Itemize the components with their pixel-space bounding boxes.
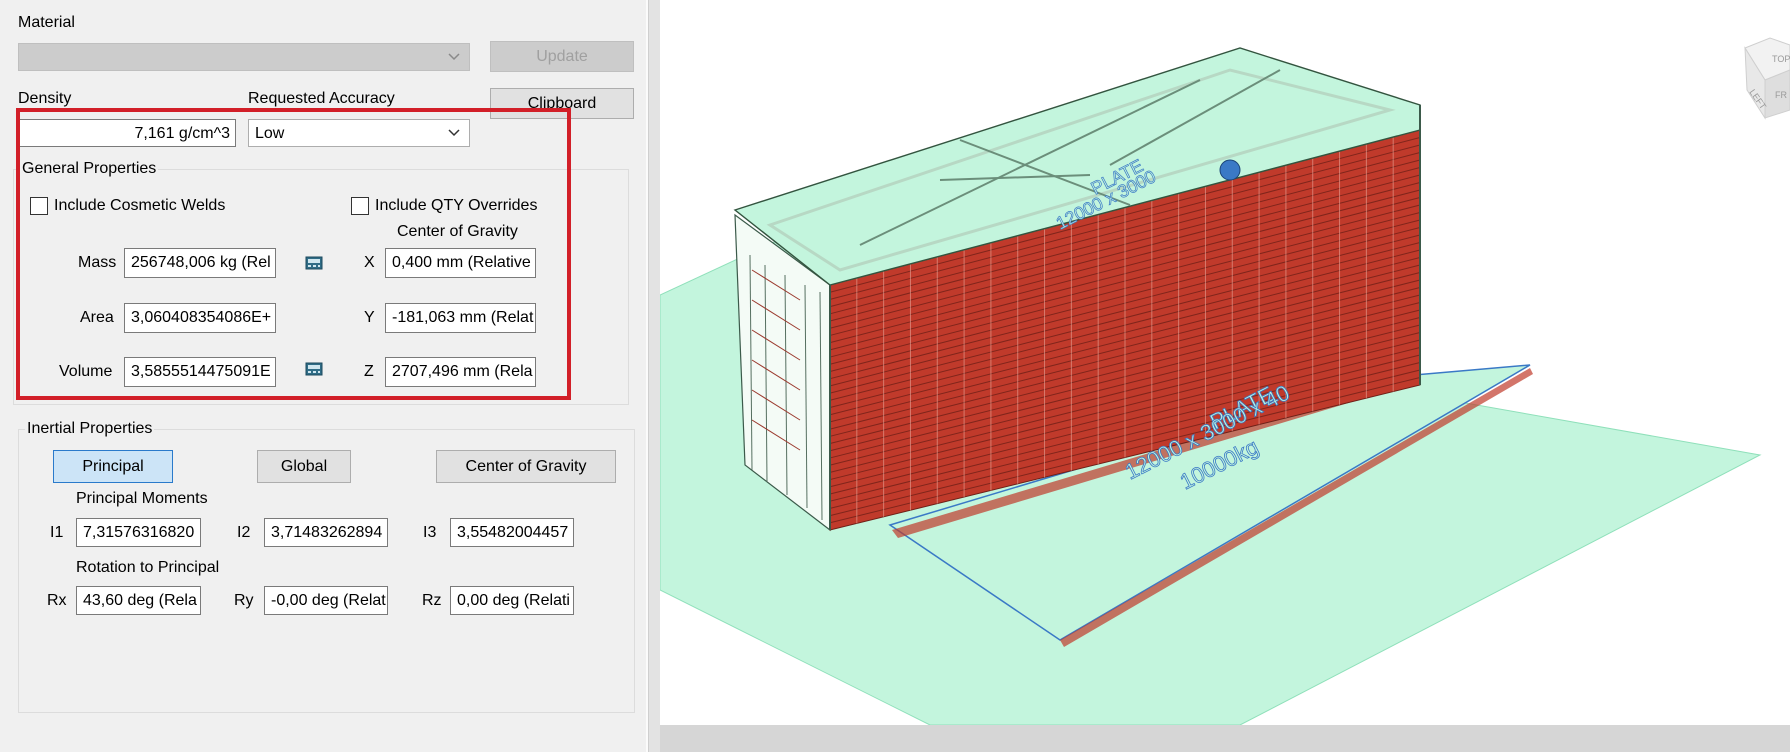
chevron-down-icon [448,53,460,61]
ry-label: Ry [234,592,254,609]
model-rendering: PLATE 12000 x 3000 x 40 10000kg PLATE 12… [660,37,1790,726]
i1-field[interactable]: 7,31576316820 [76,518,201,547]
i2-label: I2 [237,524,251,541]
highlight-box [16,108,571,400]
rz-label: Rz [422,592,442,609]
rx-label: Rx [47,592,67,609]
tab-global[interactable]: Global [257,450,351,483]
principal-moments-title: Principal Moments [76,490,208,507]
tab-principal[interactable]: Principal [53,450,173,483]
rz-field[interactable]: 0,00 deg (Relati [450,586,574,615]
motor-assembly [1219,159,1241,181]
i1-label: I1 [50,524,64,541]
viewport-scrollbar[interactable] [660,725,1790,752]
view-cube[interactable]: TOP LEFT FR [1744,37,1790,120]
material-label: Material [18,14,75,31]
material-combo[interactable] [18,43,470,71]
tab-center-of-gravity[interactable]: Center of Gravity [436,450,616,483]
update-button[interactable]: Update [490,41,634,72]
inertial-properties-title: Inertial Properties [25,419,155,439]
density-label: Density [18,90,72,107]
requested-accuracy-label: Requested Accuracy [248,90,395,107]
rotation-to-principal-title: Rotation to Principal [76,559,220,576]
i3-field[interactable]: 3,55482004457 [450,518,574,547]
rx-field[interactable]: 43,60 deg (Rela [76,586,201,615]
viewcube-front-label: FR [1775,90,1787,100]
mass-properties-panel: Material Update Density Requested Accura… [0,0,660,752]
i3-label: I3 [423,524,437,541]
ry-field[interactable]: -0,00 deg (Relat [264,586,388,615]
graphics-viewport[interactable]: PLATE 12000 x 3000 x 40 10000kg PLATE 12… [660,0,1790,752]
i2-field[interactable]: 3,71483262894 [264,518,388,547]
viewcube-top-label: TOP [1772,54,1790,64]
